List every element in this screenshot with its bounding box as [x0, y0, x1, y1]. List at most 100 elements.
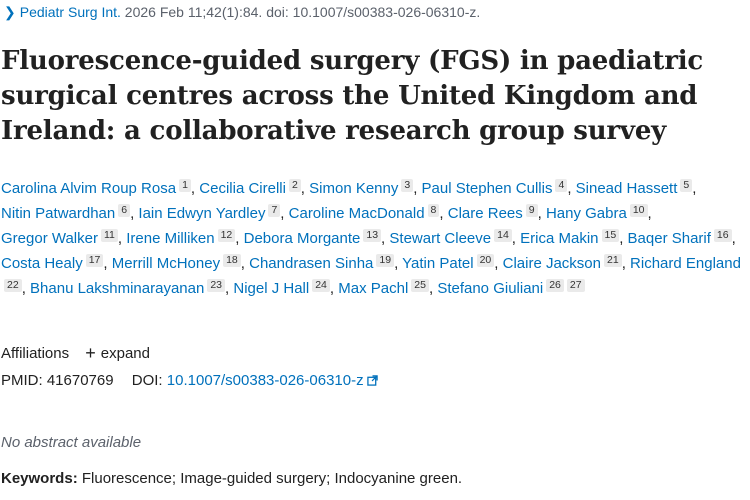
author-link[interactable]: Nigel J Hall	[233, 280, 309, 297]
affiliation-number[interactable]: 11	[100, 229, 118, 242]
keywords-row: Keywords: Fluorescence; Image-guided sur…	[1, 470, 462, 487]
author-entry: Baqer Sharif 16	[628, 229, 732, 247]
affiliation-number[interactable]: 25	[411, 279, 429, 292]
author-entry: Carolina Alvim Roup Rosa 1	[1, 179, 191, 197]
affiliation-number[interactable]: 23	[207, 279, 226, 292]
author-link[interactable]: Chandrasen Sinha	[249, 255, 373, 272]
author-entry: Chandrasen Sinha 19	[249, 254, 395, 272]
affiliation-number[interactable]: 16	[713, 229, 732, 242]
affiliation-number[interactable]: 20	[476, 254, 495, 267]
author-entry: Nitin Patwardhan 6	[1, 204, 131, 222]
affiliation-number[interactable]: 4	[555, 179, 568, 192]
author-link[interactable]: Costa Healy	[1, 255, 83, 272]
plus-icon: +	[85, 343, 96, 363]
keywords-text: Fluorescence; Image-guided surgery; Indo…	[81, 470, 463, 487]
expand-label: expand	[100, 345, 150, 362]
article-title: Fluorescence-guided surgery (FGS) in pae…	[1, 46, 704, 146]
affiliation-number[interactable]: 24	[312, 279, 330, 292]
expand-affiliations-button[interactable]: + expand	[85, 343, 150, 363]
author-entry: Debora Morgante 13	[244, 229, 382, 247]
affiliation-number[interactable]: 5	[680, 179, 693, 192]
identifiers-row: PMID: 41670769 DOI: 10.1007/s00383-026-0…	[1, 372, 378, 389]
affiliation-number[interactable]: 21	[604, 254, 622, 267]
affiliation-number[interactable]: 9	[525, 204, 538, 217]
author-entry: Yatin Patel 20	[402, 254, 495, 272]
author-link[interactable]: Clare Rees	[448, 205, 523, 222]
author-entry: Max Pachl 25	[338, 279, 429, 297]
author-entry: Merrill McHoney 18	[112, 254, 241, 272]
affiliation-number[interactable]: 14	[494, 229, 512, 242]
affiliation-number[interactable]: 1	[179, 179, 191, 192]
author-link[interactable]: Yatin Patel	[402, 255, 473, 272]
pmid-value: 41670769	[46, 372, 114, 389]
affiliation-number[interactable]: 27	[566, 279, 585, 292]
author-link[interactable]: Paul Stephen Cullis	[422, 180, 553, 197]
author-link[interactable]: Max Pachl	[338, 280, 408, 297]
affiliations-label: Affiliations	[1, 345, 70, 362]
author-link[interactable]: Nitin Patwardhan	[1, 205, 115, 222]
doi-label: DOI:	[131, 372, 163, 389]
doi-link[interactable]: 10.1007/s00383-026-06310-z	[167, 372, 378, 389]
author-link[interactable]: Carolina Alvim Roup Rosa	[1, 180, 176, 197]
author-link[interactable]: Richard England	[630, 255, 741, 272]
author-link[interactable]: Hany Gabra	[546, 205, 627, 222]
author-list: Carolina Alvim Roup Rosa 1, Cecilia Cirel…	[1, 179, 741, 297]
affiliation-number[interactable]: 3	[401, 179, 414, 192]
author-link[interactable]: Bhanu Lakshminarayanan	[30, 280, 204, 297]
author-entry: Gregor Walker 11	[1, 229, 118, 247]
author-entry: Bhanu Lakshminarayanan 23	[30, 279, 226, 297]
author-entry: Simon Kenny 3	[309, 179, 414, 197]
author-link[interactable]: Irene Milliken	[126, 230, 214, 247]
affiliation-number[interactable]: 17	[85, 254, 104, 267]
author-link[interactable]: Caroline MacDonald	[289, 205, 425, 222]
author-entry: Iain Edwyn Yardley 7	[138, 204, 281, 222]
author-entry: Clare Rees 9	[448, 204, 538, 222]
affiliation-number[interactable]: 26	[546, 279, 564, 292]
author-link[interactable]: Iain Edwyn Yardley	[138, 205, 265, 222]
author-link[interactable]: Simon Kenny	[309, 180, 398, 197]
affiliation-number[interactable]: 6	[118, 204, 131, 217]
external-link-icon	[366, 375, 378, 386]
author-link[interactable]: Claire Jackson	[503, 255, 601, 272]
affiliation-number[interactable]: 12	[217, 229, 236, 242]
author-link[interactable]: Debora Morgante	[244, 230, 361, 247]
author-link[interactable]: Merrill McHoney	[112, 255, 220, 272]
journal-link[interactable]: Pediatr Surg Int.	[20, 4, 121, 20]
author-entry: Costa Healy 17	[1, 254, 104, 272]
author-link[interactable]: Stefano Giuliani	[437, 280, 543, 297]
author-link[interactable]: Stewart Cleeve	[389, 230, 491, 247]
author-entry: Hany Gabra 10	[546, 204, 648, 222]
author-link[interactable]: Sinead Hassett	[576, 180, 678, 197]
keywords-label: Keywords:	[1, 470, 78, 487]
chevron-right-icon[interactable]: ❯	[4, 4, 16, 20]
affiliation-number[interactable]: 15	[601, 229, 620, 242]
author-entry: Cecilia Cirelli 2	[199, 179, 301, 197]
affiliation-number[interactable]: 2	[288, 179, 301, 192]
author-entry: Erica Makin 15	[520, 229, 620, 247]
author-link[interactable]: Erica Makin	[520, 230, 598, 247]
affiliation-number[interactable]: 18	[223, 254, 241, 267]
author-entry: Irene Milliken 12	[126, 229, 236, 247]
affiliation-number[interactable]: 22	[4, 279, 22, 292]
affiliations-row: Affiliations + expand	[1, 343, 150, 364]
author-link[interactable]: Gregor Walker	[1, 230, 98, 247]
no-abstract-note: No abstract available	[1, 434, 142, 451]
author-entry: Stewart Cleeve 14	[389, 229, 512, 247]
author-entry: Nigel J Hall 24	[233, 279, 330, 297]
affiliation-number[interactable]: 10	[629, 204, 648, 217]
citation-details: 2026 Feb 11;42(1):84. doi: 10.1007/s0038…	[124, 4, 481, 20]
affiliation-number[interactable]: 8	[427, 204, 440, 217]
author-entry: Stefano Giuliani 26 27	[437, 279, 585, 297]
author-entry: Sinead Hassett 5	[576, 179, 693, 197]
author-entry: Paul Stephen Cullis 4	[422, 179, 568, 197]
article-page: ❯ Pediatr Surg Int. 2026 Feb 11;42(1):84.…	[0, 0, 750, 500]
author-link[interactable]: Baqer Sharif	[628, 230, 711, 247]
author-entry: Claire Jackson 21	[503, 254, 622, 272]
citation-line: ❯ Pediatr Surg Int. 2026 Feb 11;42(1):84.…	[4, 4, 480, 21]
doi-link-text: 10.1007/s00383-026-06310-z	[166, 372, 364, 389]
author-link[interactable]: Cecilia Cirelli	[199, 180, 286, 197]
affiliation-number[interactable]: 19	[376, 254, 395, 267]
affiliation-number[interactable]: 13	[363, 229, 382, 242]
pmid-label: PMID:	[1, 372, 43, 389]
affiliation-number[interactable]: 7	[268, 204, 281, 217]
